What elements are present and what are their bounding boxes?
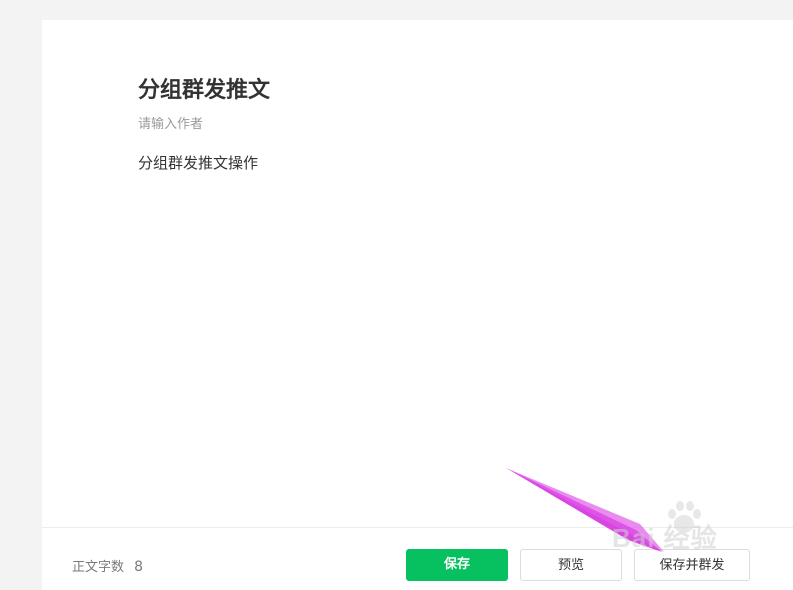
author-input[interactable]: 请输入作者 (138, 113, 203, 132)
word-count: 正文字数 8 (72, 556, 143, 575)
preview-button[interactable]: 预览 (520, 549, 622, 581)
save-and-publish-button[interactable]: 保存并群发 (634, 549, 750, 581)
bottom-toolbar: 正文字数 8 保存 预览 保存并群发 (42, 527, 793, 590)
article-title[interactable]: 分组群发推文 (138, 72, 270, 104)
article-body[interactable]: 分组群发推文操作 (138, 152, 258, 173)
word-count-value: 8 (134, 559, 144, 575)
save-button[interactable]: 保存 (406, 549, 508, 581)
editor-card: 分组群发推文 请输入作者 分组群发推文操作 正文字数 8 保存 预览 保存并群发 (42, 20, 793, 590)
word-count-label: 正文字数 (72, 560, 125, 575)
